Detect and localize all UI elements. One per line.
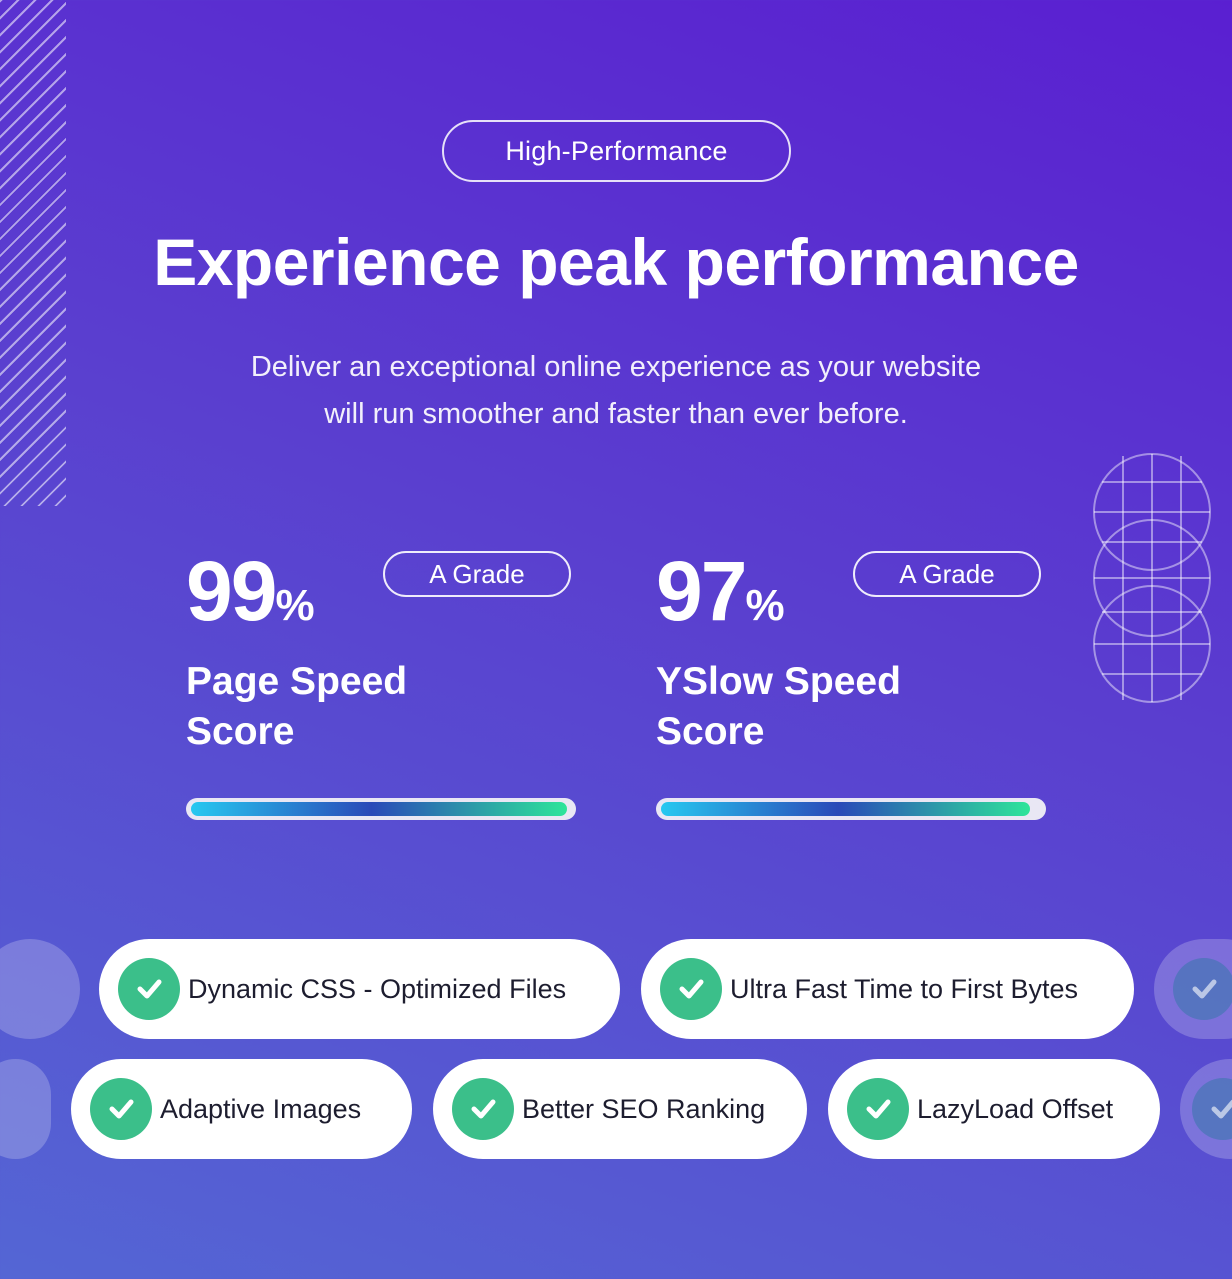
- check-circle-icon: [847, 1078, 909, 1140]
- globe-grid-icon: [1093, 453, 1211, 703]
- metric-label-line-2: Score: [656, 710, 765, 753]
- page-title: Experience peak performance: [153, 225, 1079, 299]
- metric-number: 99: [186, 544, 277, 638]
- metric-label: YSlow Speed Score: [656, 657, 956, 757]
- metric-number: 97: [656, 544, 747, 638]
- faded-chip-left: [0, 939, 80, 1039]
- eyebrow-badge: High-Performance: [442, 120, 791, 182]
- feature-chip: Adaptive Images: [71, 1059, 412, 1159]
- check-circle-icon: [1173, 958, 1232, 1020]
- faded-chip-right: [1180, 1059, 1232, 1159]
- progress-bar: [186, 798, 576, 820]
- grade-badge: A Grade: [383, 551, 571, 597]
- metric-unit: %: [745, 581, 785, 630]
- feature-label: Adaptive Images: [160, 1093, 362, 1124]
- metric-label: Page Speed Score: [186, 657, 486, 757]
- page-speed-metric: 99% A Grade Page Speed Score: [186, 545, 576, 825]
- page-subtitle: Deliver an exceptional online experience…: [166, 344, 1066, 438]
- metric-value: 97%: [656, 545, 785, 652]
- metric-label-line-1: YSlow Speed: [656, 660, 901, 703]
- feature-chip: Ultra Fast Time to First Bytes: [641, 939, 1134, 1039]
- metric-unit: %: [275, 581, 315, 630]
- progress-fill: [191, 802, 568, 816]
- grade-badge: A Grade: [853, 551, 1041, 597]
- check-circle-icon: [660, 958, 722, 1020]
- feature-chip: LazyLoad Offset: [828, 1059, 1160, 1159]
- feature-label: Dynamic CSS - Optimized Files: [188, 973, 567, 1004]
- metric-value: 99%: [186, 545, 315, 652]
- check-circle-icon: [1192, 1078, 1232, 1140]
- feature-label: Better SEO Ranking: [522, 1093, 766, 1124]
- feature-label: LazyLoad Offset: [917, 1093, 1114, 1124]
- faded-chip-left: [0, 1059, 51, 1159]
- progress-bar: [656, 798, 1046, 820]
- feature-chip: Better SEO Ranking: [433, 1059, 807, 1159]
- faded-chip-right: [1154, 939, 1232, 1039]
- check-circle-icon: [452, 1078, 514, 1140]
- subtitle-line-1: Deliver an exceptional online experience…: [250, 351, 982, 383]
- feature-label: Ultra Fast Time to First Bytes: [730, 973, 1079, 1004]
- feature-chip: Dynamic CSS - Optimized Files: [99, 939, 620, 1039]
- progress-fill: [661, 802, 1030, 816]
- yslow-speed-metric: 97% A Grade YSlow Speed Score: [656, 545, 1046, 825]
- check-circle-icon: [118, 958, 180, 1020]
- metric-label-line-1: Page Speed: [186, 660, 408, 703]
- subtitle-line-2: will run smoother and faster than ever b…: [324, 398, 908, 430]
- metric-label-line-2: Score: [186, 710, 295, 753]
- check-circle-icon: [90, 1078, 152, 1140]
